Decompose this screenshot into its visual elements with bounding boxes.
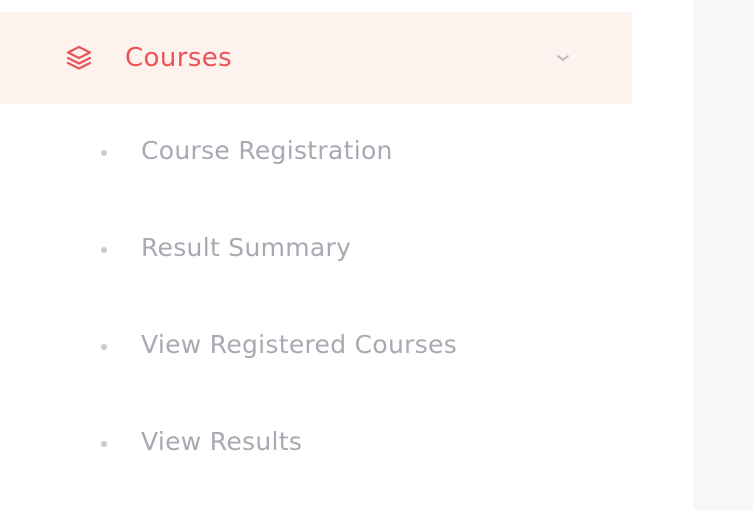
courses-menu-group: Courses Course Registration Result Summa… bbox=[0, 12, 632, 456]
courses-menu-label: Courses bbox=[125, 43, 233, 73]
bullet-icon bbox=[101, 150, 107, 156]
bullet-icon bbox=[101, 441, 107, 447]
submenu-item-result-summary[interactable]: Result Summary bbox=[0, 201, 632, 298]
submenu-item-label: View Results bbox=[141, 427, 303, 456]
courses-menu-toggle[interactable]: Courses bbox=[0, 12, 632, 104]
submenu-item-view-registered-courses[interactable]: View Registered Courses bbox=[0, 298, 632, 395]
layers-icon bbox=[64, 43, 94, 73]
chevron-down-icon bbox=[553, 50, 573, 64]
submenu-item-label: Course Registration bbox=[141, 136, 393, 165]
page: Courses Course Registration Result Summa… bbox=[0, 0, 753, 510]
sidebar: Courses Course Registration Result Summa… bbox=[0, 0, 693, 510]
submenu-item-course-registration[interactable]: Course Registration bbox=[0, 104, 632, 201]
courses-submenu: Course Registration Result Summary View … bbox=[0, 104, 632, 492]
bullet-icon bbox=[101, 247, 107, 253]
content-area bbox=[693, 0, 753, 510]
submenu-item-label: View Registered Courses bbox=[141, 330, 458, 359]
bullet-icon bbox=[101, 344, 107, 350]
submenu-item-view-results[interactable]: View Results bbox=[0, 395, 632, 492]
submenu-item-label: Result Summary bbox=[141, 233, 352, 262]
